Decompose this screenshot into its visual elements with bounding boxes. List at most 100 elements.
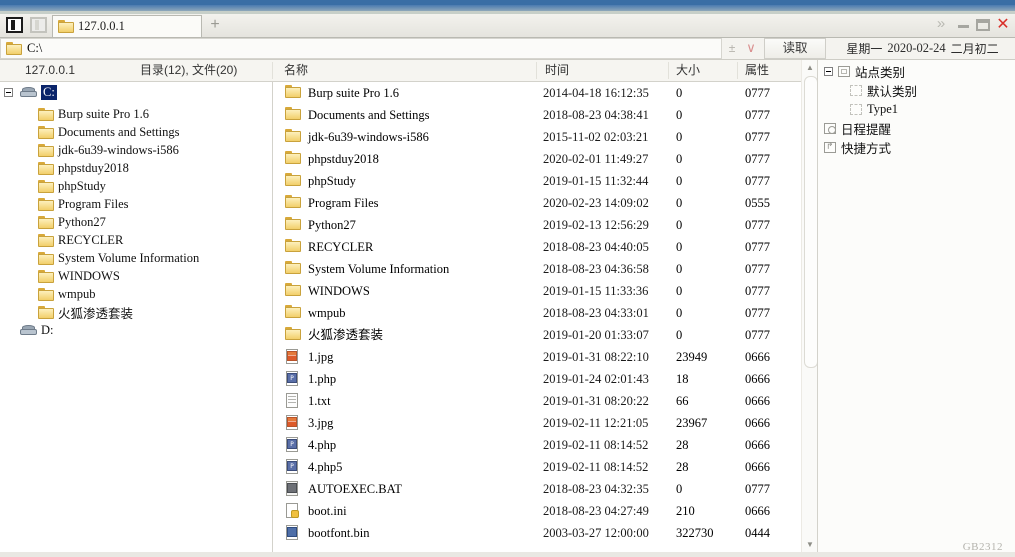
panel-layout-icon [6,17,23,33]
header-size[interactable]: 大小 [676,60,700,81]
collapse-icon[interactable] [4,88,13,97]
tree-node-label: RECYCLER [58,233,124,247]
file-attr-cell: 0666 [745,372,770,386]
tree-node-label: D: [41,323,54,337]
file-name-cell: jdk-6u39-windows-i586 [308,130,429,144]
file-list-scrollbar[interactable]: ▲ ▼ [801,60,818,552]
file-time-cell: 2019-01-15 11:32:44 [543,174,649,188]
tab-127-0-0-1[interactable]: 127.0.0.1 [52,15,202,37]
bin-file-icon [285,525,299,541]
dashed-box-icon [850,85,862,96]
directory-tree-pane[interactable]: C: Burp suite Pro 1.6 Documents and Settin… [0,82,272,552]
right-panel-item[interactable]: 日程提醒 [824,119,891,138]
table-row[interactable]: Python27 2019-02-13 12:56:29 0 0777 [273,214,801,236]
file-attr-cell: 0666 [745,504,770,518]
table-row[interactable]: Documents and Settings 2018-08-23 04:38:4… [273,104,801,126]
site-category-pane[interactable]: 站点类别默认类别 Type1 日程提醒快捷方式 [818,60,1015,552]
date-label: 2020-02-24 [887,41,946,55]
table-row[interactable]: phpStudy 2019-01-15 11:32:44 0 0777 [273,170,801,192]
file-attr-cell: 0777 [745,174,770,188]
file-size-cell: 210 [676,504,695,518]
toggle-panel-button[interactable] [6,17,24,34]
clock-icon [824,123,836,134]
right-panel-item[interactable]: Type1 [850,100,898,119]
folder-icon [38,180,54,193]
right-panel-item[interactable]: 默认类别 [850,81,917,100]
table-row[interactable]: System Volume Information 2018-08-23 04:3… [273,258,801,280]
minimize-button[interactable] [958,17,970,33]
file-list-pane[interactable]: Burp suite Pro 1.6 2014-04-18 16:12:35 0 07… [273,82,801,552]
chevron-down-icon[interactable]: ∨ [742,40,760,57]
new-tab-button[interactable]: + [208,17,222,33]
table-row[interactable]: P 4.php5 2019-02-11 08:14:52 28 0666 [273,456,801,478]
close-button[interactable]: ✕ [996,17,1010,33]
scroll-up-icon[interactable]: ▲ [803,60,817,75]
table-row[interactable]: AUTOEXEC.BAT 2018-08-23 04:32:35 0 0777 [273,478,801,500]
table-row[interactable]: jdk-6u39-windows-i586 2015-11-02 02:03:21… [273,126,801,148]
file-name-cell: 4.php [308,438,337,452]
maximize-button[interactable] [976,17,990,33]
ini-file-icon [285,503,299,519]
table-row[interactable]: RECYCLER 2018-08-23 04:40:05 0 0777 [273,236,801,258]
file-time-cell: 2019-02-11 08:14:52 [543,460,649,474]
file-name-cell: 1.php [308,372,337,386]
folder-icon [285,173,301,186]
scroll-down-icon[interactable]: ▼ [803,537,817,552]
file-size-cell: 28 [676,438,689,452]
path-input[interactable]: C:\ [0,38,722,59]
tree-node-label: Burp suite Pro 1.6 [58,107,149,121]
table-row[interactable]: WINDOWS 2019-01-15 11:33:36 0 0777 [273,280,801,302]
header-separator [668,62,669,79]
tree-node-label: wmpub [58,287,96,301]
collapse-icon[interactable] [824,67,833,76]
file-time-cell: 2019-01-15 11:33:36 [543,284,649,298]
plus-minus-icon[interactable]: ± [722,40,742,57]
table-row[interactable]: phpstduy2018 2020-02-01 11:49:27 0 0777 [273,148,801,170]
overflow-chevron-icon[interactable]: » [934,16,948,33]
header-name[interactable]: 名称 [284,60,308,81]
table-row[interactable]: P 1.php 2019-01-24 02:01:43 18 0666 [273,368,801,390]
folder-icon [285,327,301,340]
table-row[interactable]: boot.ini 2018-08-23 04:27:49 210 0666 [273,500,801,522]
php-file-icon: P [285,371,299,387]
header-time[interactable]: 时间 [545,60,569,81]
table-row[interactable]: 3.jpg 2019-02-11 12:21:05 23967 0666 [273,412,801,434]
table-row[interactable]: wmpub 2018-08-23 04:33:01 0 0777 [273,302,801,324]
right-panel-item[interactable]: 站点类别 [824,62,905,81]
tree-node-label: jdk-6u39-windows-i586 [58,143,179,157]
folder-icon [285,129,301,142]
tree-node-label: phpstduy2018 [58,161,129,175]
folder-icon [38,108,54,121]
bat-file-icon [285,481,299,497]
file-time-cell: 2019-01-20 01:33:07 [543,328,649,342]
right-panel-item[interactable]: 快捷方式 [824,138,891,157]
table-row[interactable]: bootfont.bin 2003-03-27 12:00:00 322730 044… [273,522,801,544]
file-size-cell: 66 [676,394,689,408]
table-row[interactable]: Burp suite Pro 1.6 2014-04-18 16:12:35 0 07… [273,82,801,104]
folder-icon [6,42,22,55]
header-attr[interactable]: 属性 [745,60,769,81]
header-separator [737,62,738,79]
table-row[interactable]: 1.txt 2019-01-31 08:20:22 66 0666 [273,390,801,412]
file-time-cell: 2019-02-13 12:56:29 [543,218,649,232]
file-name-cell: phpstduy2018 [308,152,379,166]
file-time-cell: 2015-11-02 02:03:21 [543,130,649,144]
read-button[interactable]: 读取 [764,38,826,59]
folder-icon [285,151,301,164]
folder-icon [38,144,54,157]
file-size-cell: 0 [676,218,683,232]
table-row[interactable]: 1.jpg 2019-01-31 08:22:10 23949 0666 [273,346,801,368]
table-row[interactable]: 火狐渗透套装 2019-01-20 01:33:07 0 0777 [273,324,801,346]
tree-node-drive-c[interactable]: C: [4,82,57,103]
file-attr-cell: 0666 [745,416,770,430]
file-size-cell: 0 [676,240,683,254]
file-attr-cell: 0666 [745,438,770,452]
folder-icon [58,20,74,33]
encoding-watermark: GB2312 [962,541,1003,553]
table-row[interactable]: Program Files 2020-02-23 14:09:02 0 0555 [273,192,801,214]
secondary-panel-button[interactable] [30,17,48,34]
scrollbar-thumb[interactable] [804,76,818,368]
table-row[interactable]: P 4.php 2019-02-11 08:14:52 28 0666 [273,434,801,456]
file-time-cell: 2014-04-18 16:12:35 [543,86,649,100]
tree-node-drive-d[interactable]: D: [20,320,54,341]
